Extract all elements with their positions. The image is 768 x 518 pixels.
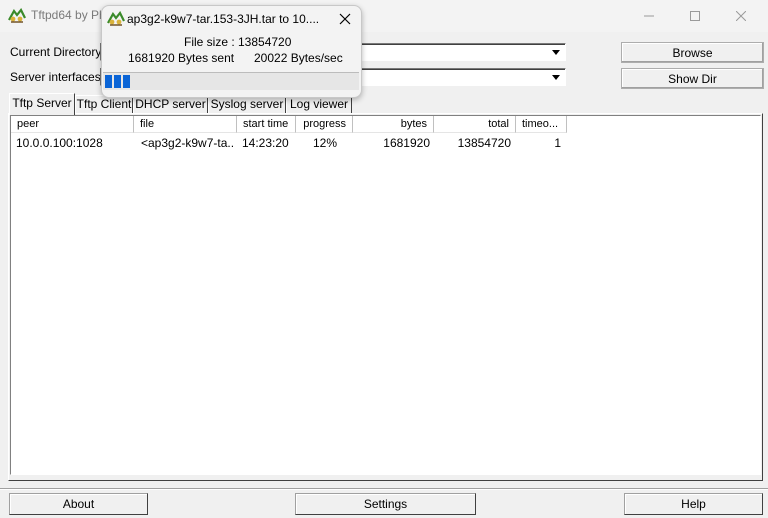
cell-total: 13854720 (457, 136, 511, 150)
cell-peer: 10.0.0.100:1028 (16, 136, 103, 150)
tftpd64-main-window: Tftpd64 by Ph Current Directory Server i… (0, 0, 768, 518)
chevron-down-icon (552, 74, 560, 80)
list-header: peer file start time progress bytes tota… (11, 116, 760, 133)
popup-progress-bar (103, 72, 359, 90)
popup-close-icon[interactable] (339, 13, 351, 25)
tftpd-app-icon (107, 11, 125, 26)
show-dir-button[interactable]: Show Dir (621, 68, 764, 89)
about-button[interactable]: About (9, 493, 148, 515)
column-header-progress[interactable]: progress (296, 116, 353, 133)
current-directory-dropdown-arrow[interactable] (548, 45, 564, 59)
progress-block (114, 75, 121, 88)
minimize-icon (644, 15, 654, 17)
close-button[interactable] (718, 0, 764, 32)
column-header-bytes[interactable]: bytes (353, 116, 434, 133)
browse-button[interactable]: Browse (621, 42, 764, 63)
popup-file-size: File size : 13854720 (184, 35, 292, 49)
popup-rate: 20022 Bytes/sec (254, 51, 343, 65)
help-button[interactable]: Help (624, 493, 763, 515)
minimize-button[interactable] (626, 0, 672, 32)
server-interfaces-label: Server interfaces (10, 70, 101, 84)
column-header-peer[interactable]: peer (11, 116, 134, 133)
popup-progress-fill (105, 75, 130, 88)
maximize-button[interactable] (672, 0, 718, 32)
progress-block (105, 75, 112, 88)
column-header-file[interactable]: file (134, 116, 237, 133)
transfer-progress-popup[interactable]: ap3g2-k9w7-tar.153-3JH.tar to 10.... Fil… (101, 5, 362, 98)
cell-file: <ap3g2-k9w7-ta... (141, 136, 235, 150)
cell-bytes: 1681920 (383, 136, 430, 150)
settings-button[interactable]: Settings (295, 493, 476, 515)
maximize-icon (690, 11, 700, 21)
cell-start-time: 14:23:20 (242, 136, 289, 150)
progress-block (123, 75, 130, 88)
tftpd-app-icon (8, 8, 26, 23)
column-header-timeout[interactable]: timeo... (516, 116, 567, 133)
transfer-list[interactable]: peer file start time progress bytes tota… (10, 115, 761, 475)
server-interfaces-dropdown-arrow[interactable] (548, 70, 564, 84)
popup-bytes-sent: 1681920 Bytes sent (128, 51, 235, 65)
cell-timeout: 1 (554, 136, 561, 150)
popup-title: ap3g2-k9w7-tar.153-3JH.tar to 10.... (127, 12, 320, 26)
bottom-divider (0, 488, 768, 490)
cell-progress: 12% (312, 136, 337, 150)
tab-tftp-server[interactable]: Tftp Server (9, 93, 75, 115)
close-icon (736, 11, 746, 21)
current-directory-label: Current Directory (10, 45, 102, 59)
column-header-start-time[interactable]: start time (237, 116, 296, 133)
window-title: Tftpd64 by Ph (31, 8, 106, 22)
chevron-down-icon (552, 49, 560, 55)
column-header-total[interactable]: total (434, 116, 516, 133)
